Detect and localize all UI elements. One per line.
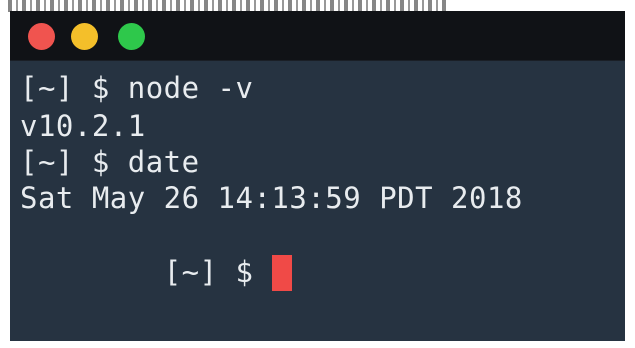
screenshot-page: [~] $ node -v v10.2.1 [~] $ date Sat May… bbox=[0, 0, 635, 348]
terminal-prompt: [~] $ bbox=[163, 255, 272, 289]
terminal-line-node-version: v10.2.1 bbox=[20, 109, 146, 143]
window-title-bar[interactable] bbox=[10, 11, 625, 61]
terminal-line-date-command: [~] $ date bbox=[20, 145, 200, 179]
terminal-content-area[interactable]: [~] $ node -v v10.2.1 [~] $ date Sat May… bbox=[10, 61, 625, 341]
close-window-icon[interactable] bbox=[28, 23, 55, 50]
terminal-window: [~] $ node -v v10.2.1 [~] $ date Sat May… bbox=[10, 11, 625, 341]
zoom-window-icon[interactable] bbox=[118, 23, 145, 50]
terminal-line-date-output: Sat May 26 14:13:59 PDT 2018 bbox=[20, 181, 523, 215]
terminal-current-prompt-line[interactable]: [~] $ bbox=[20, 221, 293, 291]
cursor-block-icon[interactable] bbox=[272, 255, 293, 291]
terminal-line-node-command: [~] $ node -v bbox=[20, 71, 254, 105]
minimize-window-icon[interactable] bbox=[71, 23, 98, 50]
